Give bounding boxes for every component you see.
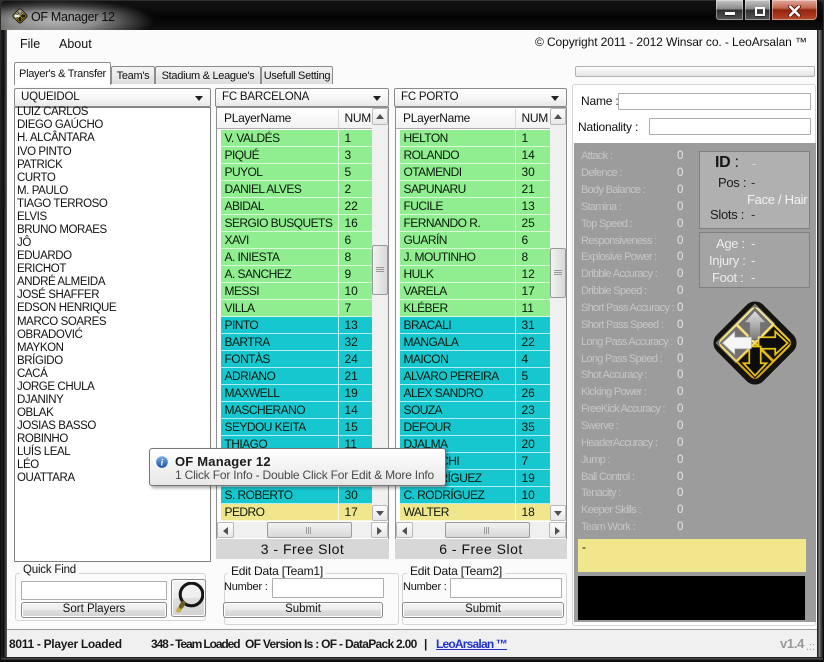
- svg-text:i: i: [161, 458, 164, 468]
